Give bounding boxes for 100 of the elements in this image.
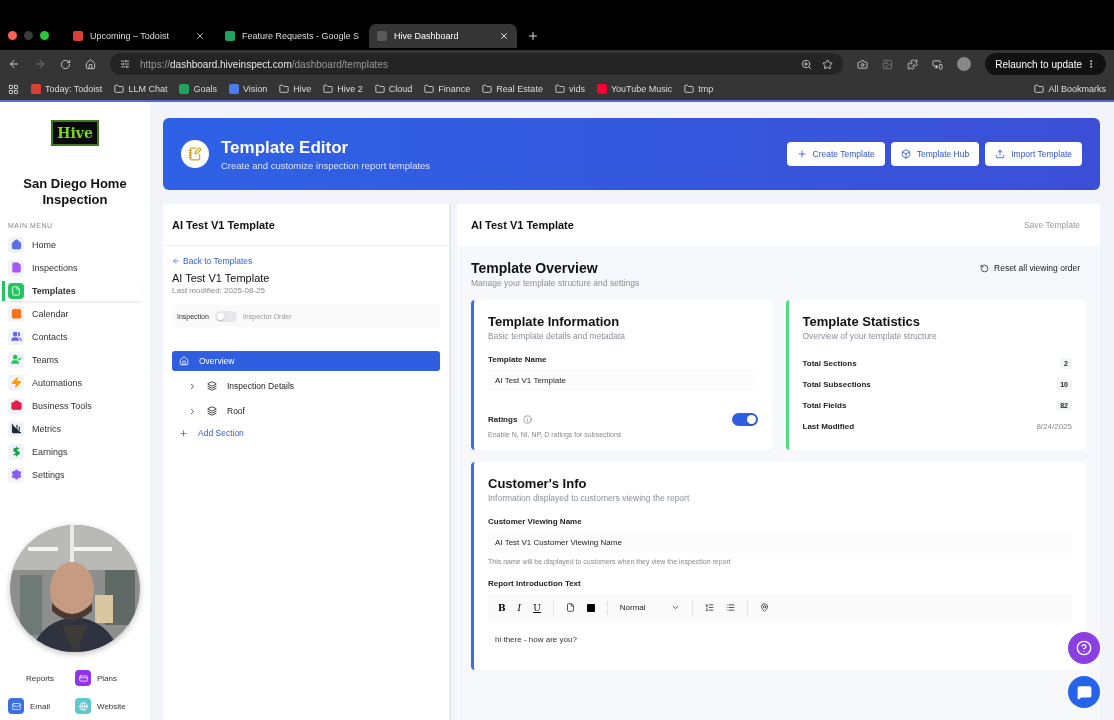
ordered-list-icon[interactable] <box>704 603 714 612</box>
folder-icon <box>1034 84 1045 94</box>
color-swatch[interactable] <box>586 603 595 612</box>
stat-label: Total Sections <box>802 359 857 368</box>
browser-tab[interactable]: Hive Dashboard <box>369 24 517 48</box>
back-link[interactable]: Back to Templates <box>172 256 440 266</box>
folder-icon <box>323 84 334 94</box>
menu-item[interactable]: Calendar <box>2 303 142 324</box>
profile-avatar[interactable] <box>957 57 972 71</box>
header-action-button[interactable]: Template Hub <box>890 142 980 166</box>
bookmark[interactable]: YouTube Music <box>596 84 673 94</box>
card-subtitle: Basic template details and metadata <box>488 331 627 341</box>
bookmark[interactable]: vids <box>554 84 585 94</box>
apps-icon[interactable] <box>8 83 19 95</box>
menu-item[interactable]: Inspections <box>2 257 142 278</box>
quick-link[interactable]: Plans <box>75 670 142 686</box>
chevron-icon[interactable] <box>188 381 197 391</box>
section-subtitle: Manage your template structure and settings <box>471 278 640 288</box>
star-icon[interactable] <box>822 58 834 70</box>
menu-item[interactable]: Automations <box>2 372 142 393</box>
header-action-button[interactable]: Import Template <box>985 142 1082 166</box>
site-settings-icon[interactable] <box>120 59 130 69</box>
reset-button[interactable]: Reset all viewing order <box>974 262 1086 274</box>
cast-icon[interactable] <box>932 58 944 70</box>
block-style-select[interactable]: Normal <box>619 603 680 612</box>
bookmark[interactable]: Goals <box>179 84 217 94</box>
order-toggle[interactable] <box>214 310 237 322</box>
all-bookmarks[interactable]: All Bookmarks <box>1034 84 1106 94</box>
tree-item[interactable]: Inspection Details <box>172 376 440 396</box>
chevron-down-icon <box>670 603 680 612</box>
bookmark[interactable]: Hive 2 <box>323 84 363 94</box>
quick-link[interactable]: Email <box>8 698 75 714</box>
bookmark[interactable]: Today: Todoist <box>31 84 103 94</box>
reset-icon <box>980 263 989 273</box>
company-name: San Diego Home Inspection <box>22 175 128 208</box>
new-tab-icon[interactable] <box>527 30 539 42</box>
bookmark[interactable]: LLM Chat <box>114 84 168 94</box>
template-name: AI Test V1 Template <box>172 272 271 284</box>
page-subtitle: Create and customize inspection report templates <box>221 159 431 171</box>
last-modified: Last modified: 2025-08-25 <box>172 286 266 295</box>
folder-icon <box>482 84 493 94</box>
zoom-icon[interactable] <box>801 58 813 70</box>
home-icon <box>179 356 189 366</box>
reload-icon[interactable] <box>60 58 71 70</box>
bookmark[interactable]: Finance <box>424 84 471 94</box>
help-icon <box>1076 640 1092 656</box>
card-title: Customer's Info <box>488 476 588 491</box>
ratings-toggle[interactable] <box>731 413 758 426</box>
menu-item[interactable]: Home <box>2 234 142 255</box>
header-action-button[interactable]: Create Template <box>786 142 885 166</box>
browser-tab[interactable]: Upcoming – Todoist <box>65 24 213 48</box>
layers-icon <box>207 381 217 391</box>
card-title: Template Statistics <box>802 314 922 329</box>
format-button[interactable]: U <box>533 602 541 613</box>
layers-icon <box>207 406 217 416</box>
menu-item[interactable]: Teams <box>2 349 142 370</box>
field-label: Report Introduction Text <box>488 579 582 588</box>
field-label: Template Name <box>488 355 548 364</box>
quick-link[interactable]: Website <box>75 698 142 714</box>
editor-text[interactable]: hi there - how are you? <box>488 621 1072 658</box>
address-bar[interactable]: https://dashboard.hiveinspect.com/dashboard/templates <box>110 53 844 75</box>
plus-icon <box>179 428 188 438</box>
format-button[interactable]: B <box>498 602 506 613</box>
menu-item[interactable]: Metrics <box>2 418 142 439</box>
list-icon[interactable] <box>725 603 735 612</box>
pin-icon[interactable] <box>759 603 769 612</box>
tree-item[interactable]: Overview <box>172 351 440 371</box>
folder-icon <box>374 84 385 94</box>
folder-icon <box>424 84 435 94</box>
bookmark[interactable]: Hive <box>279 84 312 94</box>
editor-title: AI Test V1 Template <box>471 219 574 231</box>
bookmark[interactable]: Vision <box>228 84 268 94</box>
menu-item[interactable]: Earnings <box>2 441 142 462</box>
back-icon[interactable] <box>8 58 20 70</box>
relaunch-button[interactable]: Relaunch to update <box>985 53 1106 75</box>
stat-label: Total Fields <box>802 401 847 410</box>
file-icon[interactable] <box>565 603 575 612</box>
bookmark[interactable]: Real Estate <box>482 84 543 94</box>
format-button[interactable]: I <box>517 602 522 613</box>
chevron-icon[interactable] <box>188 406 197 416</box>
menu-item[interactable]: Templates <box>2 280 142 301</box>
card-subtitle: Information displayed to customers viewing the report <box>488 493 691 503</box>
close-icon[interactable] <box>195 31 205 41</box>
menu-item[interactable]: Business Tools <box>2 395 142 416</box>
bookmark[interactable]: tmp <box>684 84 714 94</box>
bookmark[interactable]: Cloud <box>374 84 413 94</box>
card-title: Template Information <box>488 314 621 329</box>
camera-icon[interactable] <box>857 58 869 70</box>
window-controls[interactable] <box>8 31 49 40</box>
menu-item[interactable]: Contacts <box>2 326 142 347</box>
folder-icon <box>684 84 695 94</box>
close-icon[interactable] <box>499 31 509 41</box>
tree-item[interactable]: Roof <box>172 401 440 421</box>
extensions-icon[interactable] <box>907 58 919 70</box>
add-section-button[interactable]: Add Section <box>172 427 440 439</box>
home-icon[interactable] <box>85 58 96 70</box>
logo: Hive <box>51 120 99 146</box>
stat-label: Last Modified <box>802 422 855 431</box>
quick-link[interactable]: Reports <box>8 670 75 686</box>
menu-item[interactable]: Settings <box>2 464 142 485</box>
